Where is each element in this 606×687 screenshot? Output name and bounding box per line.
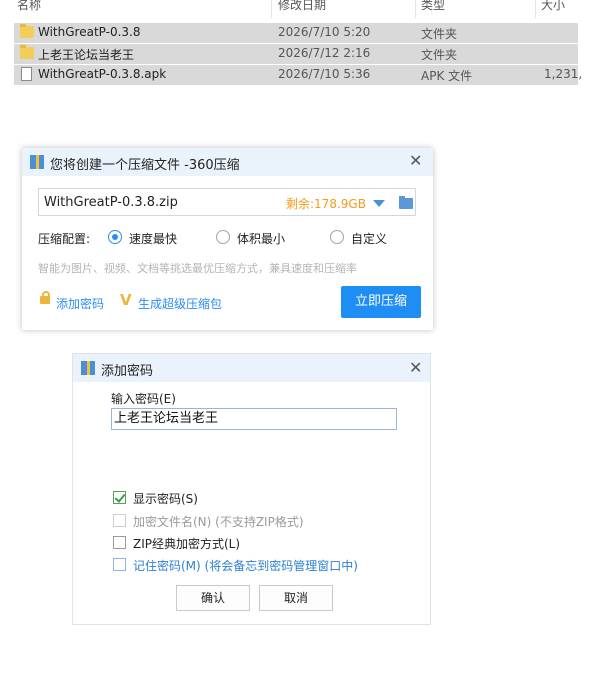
- confirm-button[interactable]: 确认: [176, 585, 250, 611]
- file-name: WithGreatP-0.3.8.apk: [38, 67, 167, 81]
- file-name: WithGreatP-0.3.8: [38, 25, 141, 39]
- file-date: 2026/7/10 5:36: [278, 67, 371, 81]
- folder-icon: [20, 24, 34, 38]
- column-header-date[interactable]: 修改日期: [278, 0, 326, 13]
- free-space-label: 剩余:178.9GB: [286, 197, 366, 211]
- show-password-label[interactable]: 显示密码(S): [133, 490, 198, 507]
- dialog-title: 添加密码: [101, 364, 154, 379]
- file-type: 文件夹: [421, 27, 458, 41]
- file-size: 1,231,: [544, 67, 583, 81]
- file-date: 2026/7/10 5:20: [278, 25, 371, 39]
- password-input-label: 输入密码(E): [111, 392, 176, 406]
- column-header-type[interactable]: 类型: [421, 0, 445, 13]
- super-pack-link[interactable]: 生成超级压缩包: [138, 295, 222, 312]
- file-row[interactable]: 上老王论坛当老王 2026/7/12 2:16 文件夹: [14, 44, 578, 64]
- dialog-titlebar[interactable]: 添加密码 ✕: [73, 354, 430, 382]
- archive-app-icon: [81, 361, 95, 375]
- close-icon[interactable]: ✕: [409, 360, 422, 376]
- compress-hint: 智能为图片、视频、文档等挑选最优压缩方式，兼具速度和压缩率: [38, 262, 357, 275]
- compress-config-label: 压缩配置:: [38, 232, 91, 246]
- file-row[interactable]: WithGreatP-0.3.8.apk 2026/7/10 5:36 APK …: [14, 65, 582, 85]
- show-password-checkbox[interactable]: [113, 491, 126, 504]
- radio-fastest-label[interactable]: 速度最快: [129, 230, 177, 247]
- close-icon[interactable]: ✕: [409, 153, 422, 169]
- archive-app-icon: [30, 155, 44, 169]
- compress-now-button[interactable]: 立即压缩: [341, 286, 421, 318]
- cancel-button[interactable]: 取消: [259, 585, 333, 611]
- column-divider[interactable]: [271, 0, 272, 18]
- radio-smallest-label[interactable]: 体积最小: [237, 230, 285, 247]
- remember-password-checkbox[interactable]: [113, 558, 126, 571]
- column-divider[interactable]: [415, 0, 416, 18]
- zip-classic-encryption-checkbox[interactable]: [113, 536, 126, 549]
- password-input[interactable]: 上老王论坛当老王: [111, 408, 397, 430]
- zip-classic-encryption-label[interactable]: ZIP经典加密方式(L): [133, 535, 240, 552]
- file-type: 文件夹: [421, 48, 458, 62]
- remember-password-label[interactable]: 记住密码(M) (将会备忘到密码管理窗口中): [133, 557, 358, 574]
- browse-folder-icon[interactable]: [399, 196, 413, 209]
- folder-icon: [20, 45, 34, 59]
- file-icon: [21, 67, 32, 81]
- file-name: 上老王论坛当老王: [38, 48, 135, 62]
- radio-fastest[interactable]: [108, 230, 122, 244]
- super-pack-icon[interactable]: V: [120, 291, 132, 309]
- archive-filename[interactable]: WithGreatP-0.3.8.zip: [44, 195, 178, 210]
- file-row[interactable]: WithGreatP-0.3.8 2026/7/10 5:20 文件夹: [14, 23, 578, 43]
- compress-dialog: 您将创建一个压缩文件 -360压缩 ✕ WithGreatP-0.3.8.zip…: [22, 148, 433, 330]
- dropdown-arrow-icon[interactable]: [373, 200, 385, 207]
- radio-smallest[interactable]: [216, 230, 230, 244]
- column-header-size[interactable]: 大小: [541, 0, 565, 13]
- encrypt-filenames-checkbox: [113, 514, 126, 527]
- column-divider[interactable]: [535, 0, 536, 18]
- add-password-dialog: 添加密码 ✕ 输入密码(E) 上老王论坛当老王 显示密码(S) 加密文件名(N)…: [72, 353, 431, 625]
- dialog-title: 您将创建一个压缩文件 -360压缩: [50, 158, 240, 173]
- radio-custom[interactable]: [330, 230, 344, 244]
- encrypt-filenames-label: 加密文件名(N) (不支持ZIP格式): [133, 515, 304, 529]
- radio-custom-label[interactable]: 自定义: [351, 230, 387, 247]
- file-list-header: 名称 修改日期 类型 大小: [0, 0, 606, 18]
- add-password-link[interactable]: 添加密码: [56, 295, 104, 312]
- file-date: 2026/7/12 2:16: [278, 46, 371, 60]
- file-type: APK 文件: [421, 69, 473, 83]
- archive-path-field[interactable]: WithGreatP-0.3.8.zip 剩余:178.9GB: [38, 188, 416, 216]
- dialog-titlebar[interactable]: 您将创建一个压缩文件 -360压缩 ✕: [22, 148, 433, 176]
- lock-icon[interactable]: [40, 291, 50, 304]
- column-header-name[interactable]: 名称: [17, 0, 41, 13]
